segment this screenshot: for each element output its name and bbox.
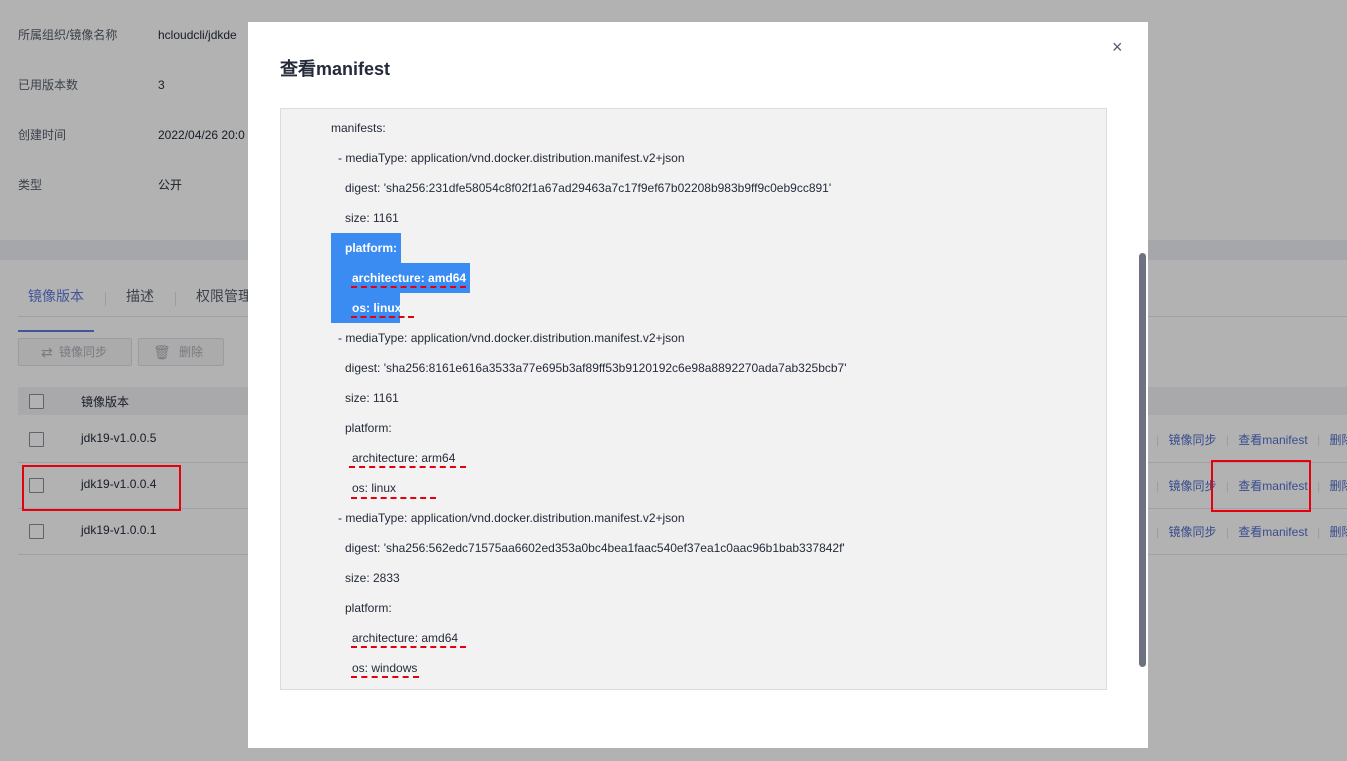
manifest-line: - mediaType: application/vnd.docker.dist… [338, 331, 685, 345]
manifest-line: - mediaType: application/vnd.docker.dist… [338, 511, 685, 525]
manifest-line: digest: 'sha256:8161e616a3533a77e695b3af… [345, 361, 847, 375]
page-background: 所属组织/镜像名称 hcloudcli/jdkde 已用版本数 3 创建时间 2… [0, 0, 1347, 761]
annotation-box-version [22, 465, 181, 511]
manifest-line: architecture: arm64 [352, 451, 456, 465]
annotation-underline [351, 646, 466, 648]
close-icon[interactable]: × [1112, 37, 1123, 58]
manifest-line: digest: 'sha256:562edc71575aa6602ed353a0… [345, 541, 845, 555]
manifest-line: size: 1161 [345, 211, 399, 225]
manifest-content: manifests: - mediaType: application/vnd.… [280, 108, 1107, 690]
annotation-underline [351, 286, 466, 288]
manifest-line: architecture: amd64 [352, 631, 459, 645]
manifest-line: os: windows [352, 661, 418, 675]
dialog-scrollbar-thumb[interactable] [1139, 253, 1146, 667]
manifest-line: os: linux [352, 481, 397, 495]
manifest-line: os: linux [352, 301, 402, 315]
annotation-underline [349, 466, 466, 468]
manifest-line: manifests: [331, 121, 386, 135]
manifest-line: platform: [345, 241, 397, 255]
manifest-line: digest: 'sha256:231dfe58054c8f02f1a67ad2… [345, 181, 832, 195]
manifest-dialog: 查看manifest × manifests: - mediaType: app… [248, 22, 1148, 748]
manifest-line: size: 1161 [345, 391, 399, 405]
manifest-line: architecture: amd64 [352, 271, 467, 285]
annotation-underline [351, 316, 414, 318]
dialog-title: 查看manifest [280, 59, 391, 79]
manifest-line: platform: [345, 421, 392, 435]
manifest-line: size: 2833 [345, 571, 400, 585]
manifest-line: - mediaType: application/vnd.docker.dist… [338, 151, 685, 165]
manifest-line: platform: [345, 601, 392, 615]
annotation-box-manifest-link [1211, 460, 1311, 512]
annotation-underline [351, 676, 419, 678]
annotation-underline [351, 497, 436, 499]
